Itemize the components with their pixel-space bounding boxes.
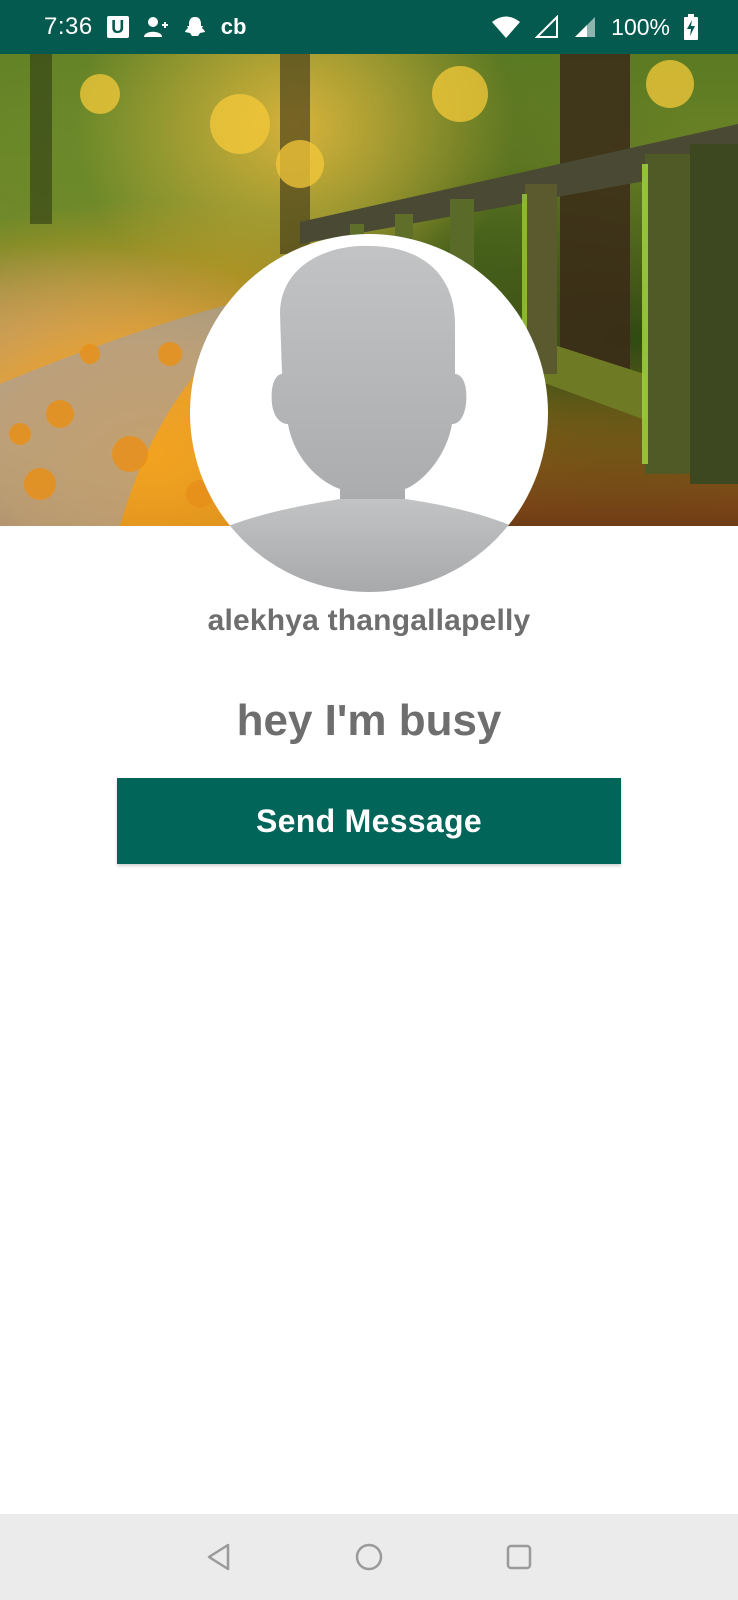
navigation-bar [0,1514,738,1600]
status-left-group: 7:36 U cb [44,13,246,41]
snapchat-icon [183,15,207,39]
status-time: 7:36 [44,13,93,40]
u-app-icon: U [106,16,129,38]
profile-status: hey I'm busy [236,696,502,745]
status-right-group: 100% [491,14,698,41]
person-silhouette-icon [190,245,548,592]
signal-empty-icon [535,15,559,39]
wifi-icon [491,15,521,39]
signal-icon [573,15,597,39]
cb-app-icon: cb [220,14,247,39]
back-icon[interactable] [194,1532,244,1582]
profile-avatar[interactable] [190,234,548,592]
status-bar: 7:36 U cb 100% [0,0,738,54]
person-add-icon [143,15,169,39]
home-icon[interactable] [344,1532,394,1582]
battery-percent: 100% [611,13,670,40]
send-message-button[interactable]: Send Message [117,778,621,864]
profile-name: alekhya thangallapelly [207,604,531,637]
battery-charging-icon [684,14,698,40]
recents-icon[interactable] [494,1532,544,1582]
